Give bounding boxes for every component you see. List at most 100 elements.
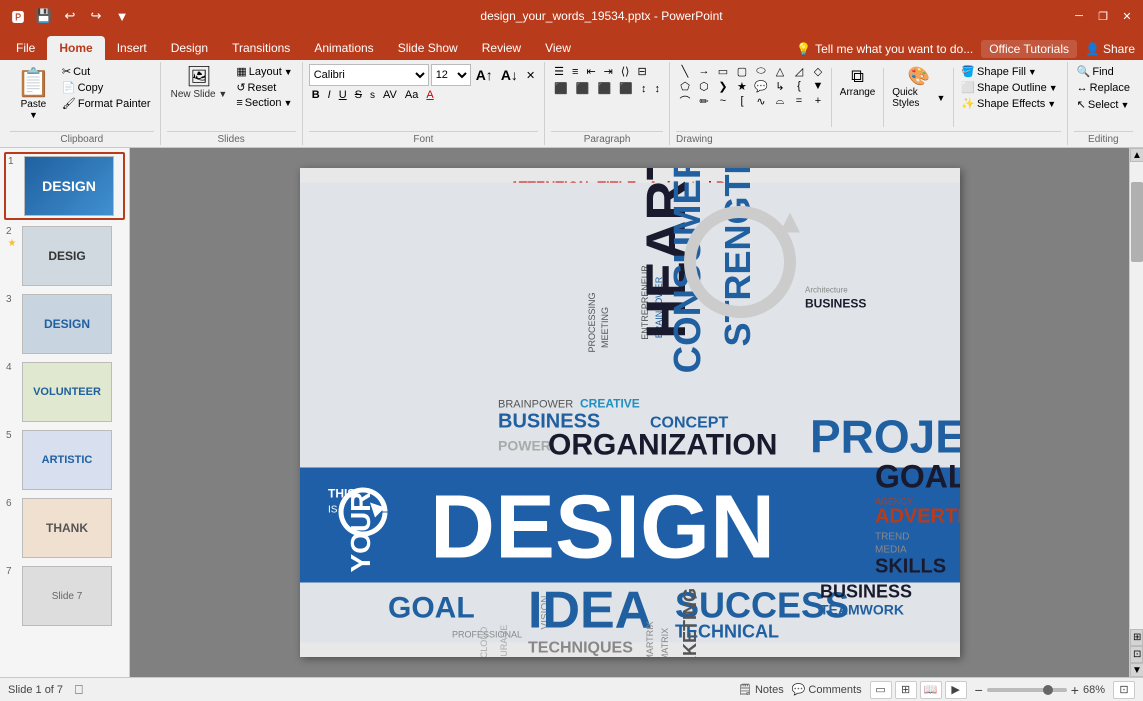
bullet-list-button[interactable]: ☰ — [551, 64, 567, 79]
redo-icon[interactable]: ↪ — [86, 6, 106, 26]
office-tutorials-button[interactable]: Office Tutorials — [981, 40, 1077, 58]
scroll-up-button[interactable]: ▲ — [1130, 148, 1143, 162]
tab-transitions[interactable]: Transitions — [220, 36, 302, 60]
rounded-rect-shape[interactable]: ▢ — [733, 64, 751, 78]
decrease-font-button[interactable]: A↓ — [498, 66, 521, 84]
curve-shape[interactable]: ⌒ — [676, 94, 694, 108]
triangle-shape[interactable]: △ — [771, 64, 789, 78]
increase-indent-button[interactable]: ⇥ — [601, 64, 616, 79]
smartart-button[interactable]: ⟨⟩ — [618, 64, 633, 79]
oval-shape[interactable]: ⬭ — [752, 64, 770, 78]
font-color-button[interactable]: A — [423, 88, 436, 102]
hexagon-shape[interactable]: ⬡ — [695, 79, 713, 93]
increase-font-button[interactable]: A↑ — [473, 66, 496, 84]
slide-thumb-6[interactable]: 6 THANK — [4, 496, 125, 560]
equation-shape[interactable]: = — [790, 94, 808, 108]
align-center-button[interactable]: ⬛ — [573, 81, 593, 96]
slide-thumb-3[interactable]: 3 DESIGN — [4, 292, 125, 356]
slideshow-view-button[interactable]: ▶ — [945, 681, 967, 699]
slide-thumb-4[interactable]: 4 VOLUNTEER — [4, 360, 125, 424]
decrease-indent-button[interactable]: ⇤ — [583, 64, 598, 79]
new-slide-dropdown[interactable]: ▼ — [218, 89, 227, 99]
fit-page-button[interactable]: ⊡ — [1130, 646, 1143, 663]
tab-file[interactable]: File — [4, 36, 47, 60]
section-dropdown[interactable]: ▼ — [283, 98, 292, 108]
bracket-shape[interactable]: [ — [733, 94, 751, 108]
numbered-list-button[interactable]: ≡ — [569, 65, 581, 79]
customize-icon[interactable]: ▼ — [112, 6, 132, 26]
slide-canvas[interactable]: ATTENTION: TITLE - Animated Page PROCESS… — [300, 168, 960, 657]
shape-effects-button[interactable]: ✨ Shape Effects ▼ — [958, 96, 1060, 111]
scroll-down-button[interactable]: ▼ — [1130, 663, 1143, 677]
copy-button[interactable]: 📄 Copy — [59, 80, 154, 95]
zoom-slider[interactable] — [987, 688, 1067, 692]
reset-button[interactable]: ↺ Reset — [233, 80, 295, 95]
clear-format-button[interactable]: ✕ — [523, 68, 538, 83]
plus-shape[interactable]: + — [809, 94, 827, 108]
slide-thumb-5[interactable]: 5 ARTISTIC — [4, 428, 125, 492]
font-size-select[interactable]: 12 14 18 24 — [431, 64, 471, 86]
font-family-select[interactable]: Calibri Arial Times New Roman — [309, 64, 429, 86]
layout-button[interactable]: ▦ Layout ▼ — [233, 64, 295, 79]
slide-sorter-button[interactable]: ⊞ — [895, 681, 917, 699]
rtriangle-shape[interactable]: ◿ — [790, 64, 808, 78]
comments-button[interactable]: 💬 Comments — [792, 683, 862, 696]
align-left-button[interactable]: ⬛ — [551, 81, 571, 96]
shape-fill-button[interactable]: 🪣 Shape Fill ▼ — [958, 64, 1060, 79]
save-icon[interactable]: 💾 — [34, 6, 54, 26]
close-button[interactable]: ✕ — [1119, 8, 1135, 24]
arrange-button[interactable]: ⧉ Arrange — [836, 64, 880, 100]
zoom-thumb[interactable] — [1043, 685, 1053, 695]
more-shapes[interactable]: ▼ — [809, 79, 827, 93]
arrow-shape[interactable]: → — [695, 64, 713, 78]
star-shape[interactable]: ★ — [733, 79, 751, 93]
cut-button[interactable]: ✂ Cut — [59, 64, 154, 79]
char-spacing-button[interactable]: AV — [380, 88, 400, 102]
rect-shape[interactable]: ▭ — [714, 64, 732, 78]
select-button[interactable]: ↖ Select ▼ — [1074, 97, 1133, 112]
strikethrough-button[interactable]: S — [352, 88, 365, 102]
underline-button[interactable]: U — [336, 88, 350, 102]
tab-insert[interactable]: Insert — [105, 36, 159, 60]
callout-shape[interactable]: 💬 — [752, 79, 770, 93]
freeform-shape[interactable]: ✏ — [695, 94, 713, 108]
format-painter-button[interactable]: 🖌 Format Painter — [59, 96, 154, 111]
paste-dropdown-icon[interactable]: ▼ — [29, 110, 38, 120]
quick-styles-button[interactable]: 🎨 Quick Styles ▼ — [888, 64, 949, 111]
share-button[interactable]: 👤 Share — [1085, 42, 1135, 56]
slide-thumb-1[interactable]: 1 DESIGN — [4, 152, 125, 220]
minimize-button[interactable]: ─ — [1071, 8, 1087, 24]
bent-arrow-shape[interactable]: ↳ — [771, 79, 789, 93]
line-spacing-button[interactable]: ↕ — [651, 82, 663, 96]
tab-animations[interactable]: Animations — [302, 36, 385, 60]
zoom-out-button[interactable]: − — [975, 682, 983, 698]
zoom-in-button[interactable]: + — [1071, 682, 1079, 698]
notes-button[interactable]: 🗒 Notes — [738, 683, 784, 696]
fit-window-button[interactable]: ⊡ — [1113, 681, 1135, 699]
vertical-scrollbar[interactable]: ▲ ⊞ ⊡ ▼ — [1129, 148, 1143, 677]
columns-button[interactable]: ⊟ — [634, 64, 649, 79]
replace-button[interactable]: ↔ Replace — [1074, 81, 1133, 95]
reading-view-button[interactable]: 📖 — [920, 681, 942, 699]
tab-review[interactable]: Review — [470, 36, 533, 60]
pentagon-shape[interactable]: ⬠ — [676, 79, 694, 93]
paste-button[interactable]: 📋 Paste ▼ — [10, 64, 57, 122]
change-case-button[interactable]: Aa — [402, 88, 421, 102]
tab-slideshow[interactable]: Slide Show — [386, 36, 470, 60]
italic-button[interactable]: I — [325, 88, 334, 102]
wavy-shape[interactable]: ∿ — [752, 94, 770, 108]
restore-button[interactable]: ❐ — [1095, 8, 1111, 24]
shape-outline-button[interactable]: ⬜ Shape Outline ▼ — [958, 80, 1060, 95]
align-right-button[interactable]: ⬛ — [595, 81, 615, 96]
shadow-button[interactable]: s — [367, 89, 378, 102]
select-dropdown[interactable]: ▼ — [1120, 100, 1129, 110]
undo-icon[interactable]: ↩ — [60, 6, 80, 26]
text-direction-button[interactable]: ↕ — [638, 82, 650, 96]
layout-dropdown[interactable]: ▼ — [284, 67, 293, 77]
slide-thumb-2[interactable]: 2 ★ DESIG — [4, 224, 125, 288]
brace-shape[interactable]: { — [790, 79, 808, 93]
section-button[interactable]: ≡ Section ▼ — [233, 96, 295, 110]
justify-button[interactable]: ⬛ — [616, 81, 636, 96]
s-curve-shape[interactable]: ~ — [714, 94, 732, 108]
bold-button[interactable]: B — [309, 88, 323, 102]
